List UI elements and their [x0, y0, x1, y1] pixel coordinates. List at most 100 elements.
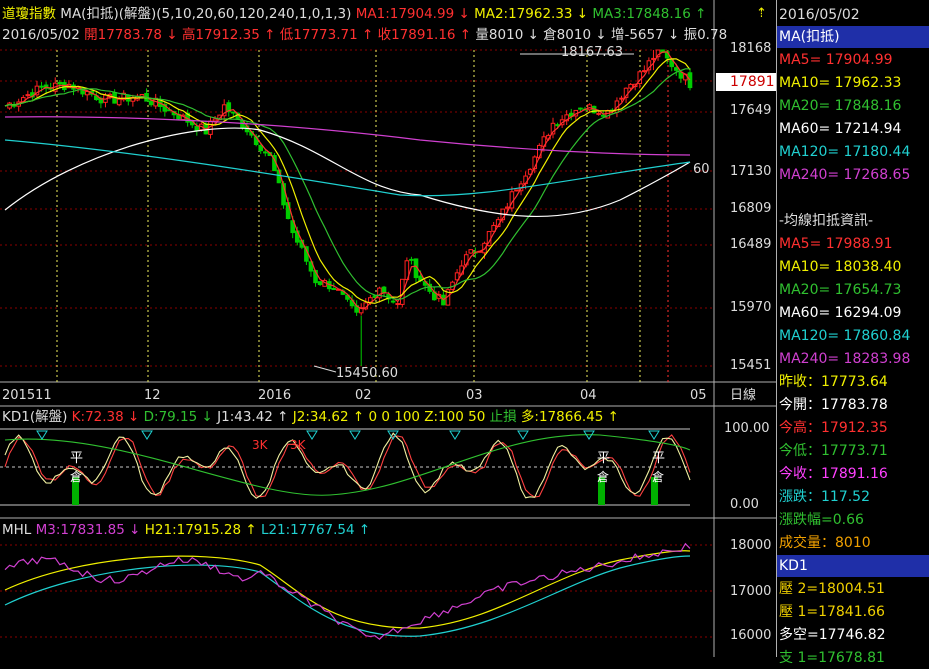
sidebar-section-kd[interactable]: KD1 — [777, 555, 929, 577]
candle-body — [600, 114, 606, 117]
kd-top-marker — [141, 430, 153, 440]
sidebar-change-pct: 漲跌幅=0.66 — [779, 512, 864, 528]
candle-body — [25, 94, 31, 97]
mhl-header: MHL M3:17831.85 ↓ H21:17915.28 ↑ L21:177… — [2, 522, 370, 538]
sidebar-date: 2016/05/02 — [779, 7, 860, 23]
price-chart[interactable] — [0, 0, 776, 657]
high-value: 高17912.35 ↑ — [181, 27, 276, 43]
price-tick-5: 16489 — [730, 237, 772, 252]
ma120-line — [4, 139, 691, 197]
volume-value: 量8010 ↓ — [475, 27, 539, 43]
x-label-3: 02 — [355, 388, 372, 403]
kd-mark-flat-2: 平 — [597, 451, 611, 466]
sidebar-off-ma60: MA60= 16294.09 — [779, 305, 902, 321]
kd-mark-pos-3: 倉 — [652, 470, 665, 484]
low-marker-line — [313, 365, 337, 373]
sidebar-section-ma[interactable]: MA(扣抵) — [777, 26, 929, 48]
sidebar-off-ma10: MA10= 18038.40 — [779, 259, 902, 275]
kd-j-line — [4, 434, 691, 496]
ma1-value: MA1:17904.99 ↓ — [355, 6, 470, 22]
symbol-name: 道瓊指數 — [2, 6, 56, 22]
mhl-tick-1: 17000 — [730, 584, 772, 599]
pin-icon[interactable]: ⇡ — [756, 6, 767, 22]
candle-body — [212, 118, 218, 122]
x-label-5: 04 — [580, 388, 597, 403]
mhl-l21-line — [4, 555, 691, 637]
candle-body — [555, 124, 560, 127]
sidebar-close: 今收：17891.16 — [779, 466, 888, 482]
chart-header-1: 道瓊指數 MA(扣抵)(解盤)(5,10,20,60,120,240,1,0,1… — [2, 6, 706, 22]
candle-body — [628, 83, 633, 89]
candle-body — [148, 100, 154, 106]
mhl-m3: M3:17831.85 ↓ — [35, 522, 141, 538]
oi-value: 倉8010 ↓ — [543, 27, 607, 43]
kd-header: KD1(解盤) K:72.38 ↓ D:79.15 ↓ J1:43.42 ↑ J… — [2, 409, 619, 425]
sidebar-ma240: MA240= 17268.65 — [779, 167, 911, 183]
sidebar-open: 今開：17783.78 — [779, 397, 888, 413]
candle-body — [116, 98, 122, 106]
candle-body — [395, 303, 401, 306]
candle-body — [619, 97, 624, 100]
kd-mark-pos-2: 倉 — [597, 470, 610, 484]
kd-top-marker — [449, 430, 461, 440]
mhl-tick-2: 16000 — [730, 628, 772, 643]
sidebar-prev-close: 昨收：17773.64 — [779, 374, 888, 390]
low-annotation: 15450.60 — [336, 366, 399, 381]
candle-body — [596, 112, 601, 115]
sidebar-change: 漲跌：117.52 — [779, 489, 870, 505]
mhl-h21: H21:17915.28 ↑ — [144, 522, 257, 538]
kd-k-line — [4, 434, 691, 498]
kd-mark-pos: 倉 — [70, 470, 83, 484]
kd-tick-0: 0.00 — [730, 497, 759, 512]
candle-body — [57, 81, 63, 85]
price-tick-7: 15451 — [730, 358, 772, 373]
close-value: 收17891.16 ↑ — [377, 27, 472, 43]
candle-body — [674, 67, 679, 71]
chart-header-2: 2016/05/02 開17783.78 ↓ 高17912.35 ↑ 低1777… — [2, 27, 727, 43]
candle-body — [84, 91, 90, 96]
sidebar-volume: 成交量：8010 — [779, 535, 871, 551]
candle-body — [231, 111, 236, 114]
candle-body — [678, 71, 684, 79]
sidebar-off-ma240: MA240= 18283.98 — [779, 351, 911, 367]
sidebar-resist-1: 壓 1=17841.66 — [779, 604, 885, 620]
ma60-label: 60 — [693, 162, 710, 177]
kd-j2: J2:34.62 ↑ — [292, 409, 365, 425]
candle-body — [468, 249, 474, 254]
candle-body — [514, 189, 519, 192]
kd-mark-flat: 平 — [70, 451, 84, 466]
candle-body — [409, 258, 414, 261]
x-label-1: 12 — [144, 388, 161, 403]
mhl-title: MHL — [2, 522, 32, 538]
ma3-value: MA3:17848.16 ↑ — [592, 6, 707, 22]
x-label-2: 2016 — [258, 388, 292, 403]
candle-body — [258, 145, 264, 152]
candle-body — [642, 70, 647, 73]
kd-tick-100: 100.00 — [724, 421, 770, 436]
x-label-0: 201511 — [2, 388, 52, 403]
low-value: 低17773.71 ↑ — [279, 27, 374, 43]
sidebar-support-1: 支 1=17678.81 — [779, 650, 885, 666]
sidebar-ma20: MA20= 17848.16 — [779, 98, 902, 114]
candle-body — [578, 107, 583, 110]
mhl-tick-0: 18000 — [730, 538, 772, 553]
mhl-l21: L21:17767.54 ↑ — [260, 522, 371, 538]
ma20-line — [4, 68, 690, 301]
candle-body — [390, 300, 396, 303]
sidebar-ma120: MA120= 17180.44 — [779, 144, 911, 160]
x-label-6: 05 — [690, 388, 707, 403]
kd-top-marker — [349, 430, 361, 440]
kd-title: KD1(解盤) — [2, 409, 68, 425]
candle-body — [317, 281, 323, 285]
sidebar-ma60: MA60= 17214.94 — [779, 121, 902, 137]
sidebar-off-ma120: MA120= 17860.84 — [779, 328, 911, 344]
amplitude-value: 振0.78 — [683, 27, 728, 43]
current-price-value: 17891 — [730, 74, 775, 90]
bar-date: 2016/05/02 — [2, 27, 80, 43]
kd-top-marker — [517, 430, 529, 440]
ma2-value: MA2:17962.33 ↓ — [474, 6, 589, 22]
kd-j1: J1:43.42 ↑ — [217, 409, 289, 425]
period-unit[interactable]: 日線 — [730, 388, 756, 404]
mhl-h21-line — [4, 550, 691, 629]
high-annotation: 18167.63 — [561, 45, 624, 60]
